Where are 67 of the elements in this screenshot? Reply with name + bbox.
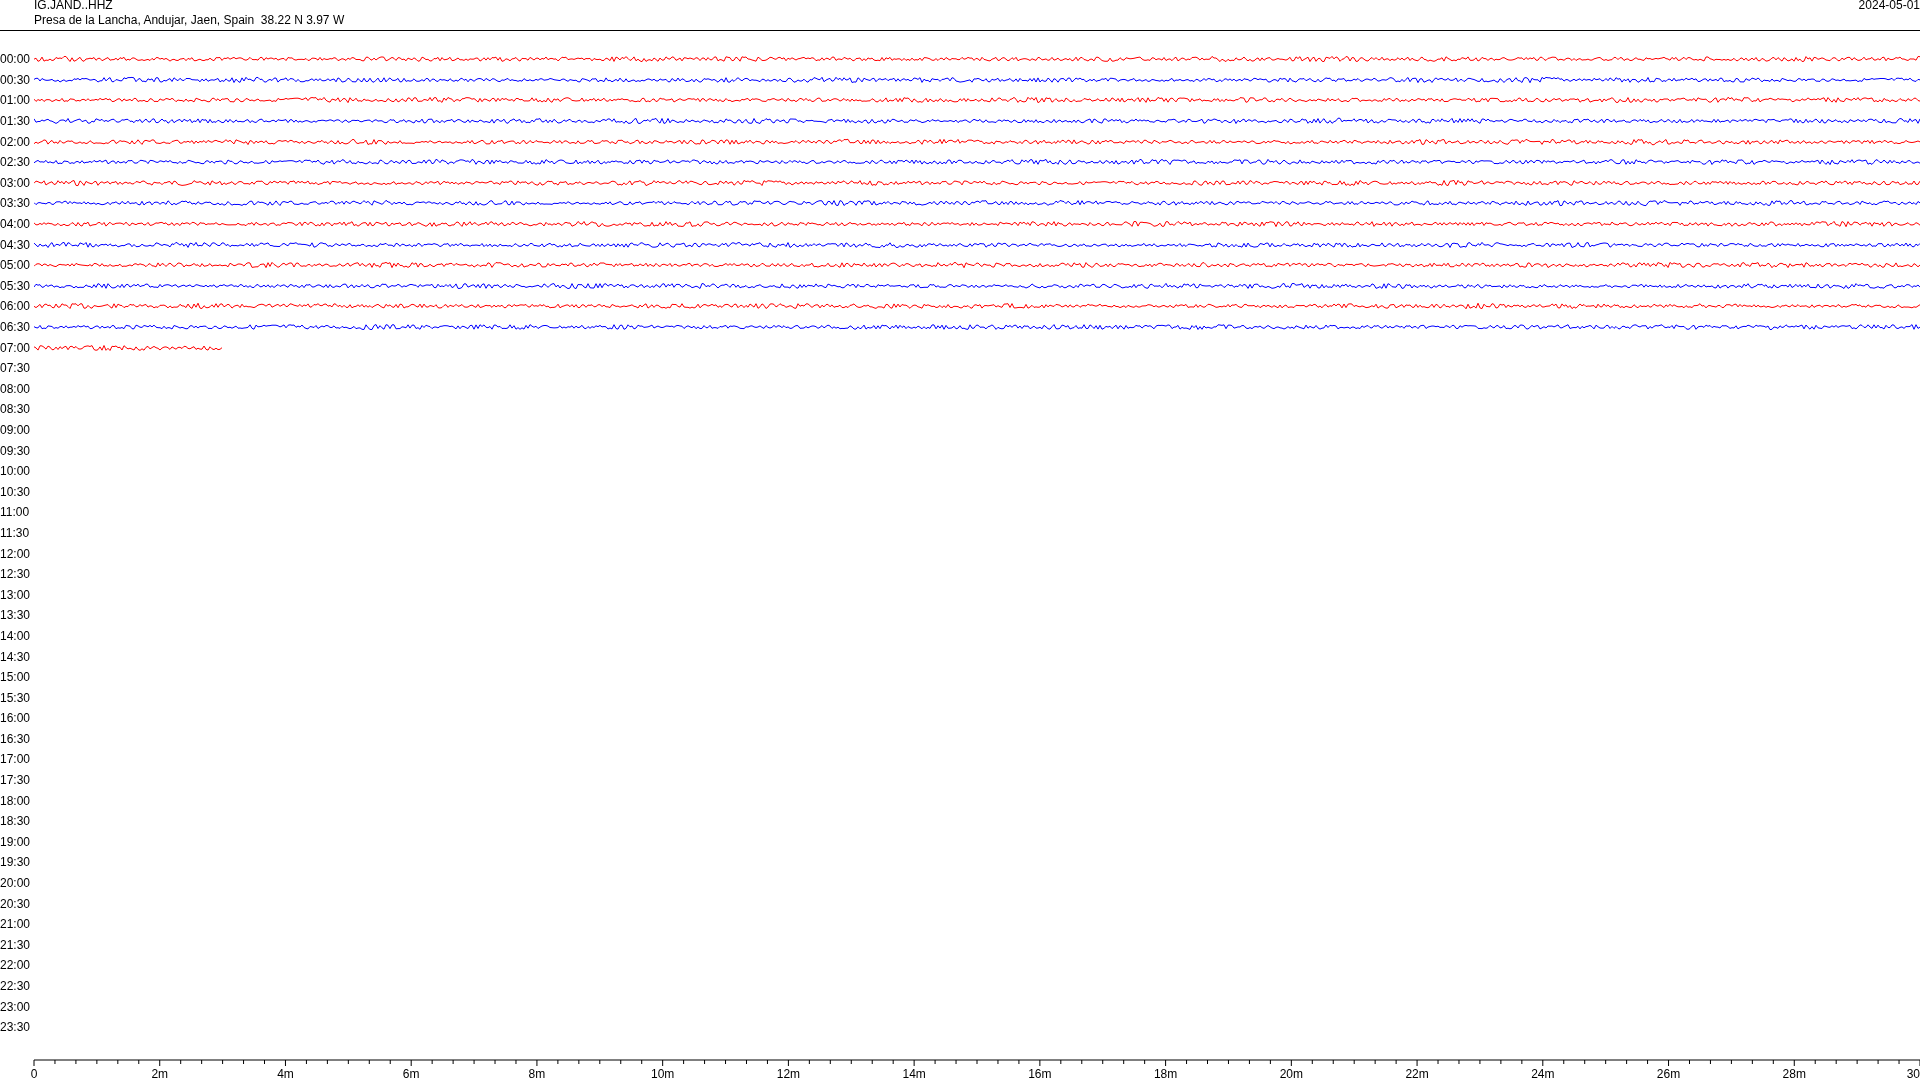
time-label: 23:00 (0, 999, 32, 1014)
time-label: 11:30 (0, 525, 31, 540)
time-label: 16:30 (0, 731, 32, 746)
axis-label: 14m (902, 1066, 926, 1080)
axis-label: 28m (1782, 1066, 1806, 1080)
time-label: 11:00 (0, 505, 31, 520)
time-label: 17:00 (0, 752, 32, 767)
axis-label: 16m (1028, 1066, 1052, 1080)
time-label: 15:30 (0, 690, 32, 705)
time-label: 06:30 (0, 320, 32, 334)
time-label: 07:30 (0, 361, 32, 376)
time-label: 21:30 (0, 937, 32, 952)
time-label: 23:30 (0, 1020, 32, 1035)
time-label: 14:30 (0, 649, 32, 664)
time-label: 13:30 (0, 608, 32, 623)
time-label: 15:00 (0, 670, 32, 685)
axis-label: 22m (1405, 1066, 1429, 1080)
time-label: 19:00 (0, 834, 32, 849)
time-label: 10:30 (0, 484, 32, 499)
axis-label: 30 (1906, 1066, 1920, 1080)
axis-label: 18m (1153, 1066, 1178, 1080)
axis-label: 8m (528, 1066, 546, 1080)
time-label: 07:00 (0, 340, 32, 355)
time-label: 14:00 (0, 628, 32, 643)
time-label: 12:30 (0, 567, 32, 582)
time-label: 01:00 (0, 93, 32, 108)
date-label: 2024-05-01 (1858, 0, 1920, 12)
time-label: 05:00 (0, 258, 32, 273)
time-label: 00:00 (0, 52, 32, 67)
time-label: 01:30 (0, 114, 32, 129)
time-label: 21:00 (0, 917, 32, 932)
time-label: 22:00 (0, 958, 32, 973)
time-label: 17:30 (0, 773, 32, 788)
time-label: 18:00 (0, 793, 32, 808)
time-label: 13:00 (0, 587, 32, 602)
time-label: 10:00 (0, 464, 32, 479)
station-code: IG.JAND..HHZ (34, 0, 113, 12)
time-label: 09:00 (0, 423, 32, 437)
axis-label: 24m (1531, 1066, 1555, 1080)
time-label: 09:30 (0, 443, 32, 458)
axis-label: 4m (277, 1066, 294, 1080)
time-label: 20:30 (0, 896, 32, 911)
time-label: 18:30 (0, 814, 32, 829)
time-label: 00:30 (0, 72, 32, 87)
time-label: 19:30 (0, 855, 32, 870)
axis-label: 26m (1656, 1066, 1681, 1080)
station-location: Presa de la Lancha, Andujar, Jaen, Spain 38.22 N 3.97 W (34, 13, 345, 27)
time-label: 04:00 (0, 217, 32, 232)
time-label: 03:00 (0, 175, 32, 190)
time-label: 20:00 (0, 876, 32, 891)
axis-label: 2m (151, 1066, 169, 1080)
time-label: 16:00 (0, 711, 32, 726)
time-label: 22:30 (0, 979, 32, 993)
time-label: 05:30 (0, 278, 32, 293)
axis-label: 12m (776, 1066, 801, 1080)
time-label: 02:30 (0, 155, 32, 170)
time-label: 12:00 (0, 546, 32, 561)
axis-label: 6m (402, 1066, 420, 1080)
time-label: 08:00 (0, 381, 32, 396)
time-label: 04:30 (0, 237, 32, 252)
time-label: 03:30 (0, 196, 32, 211)
time-label: 02:00 (0, 134, 32, 149)
time-label: 06:00 (0, 299, 32, 314)
axis-label: 20m (1279, 1066, 1303, 1080)
axis-label: 0 (30, 1066, 38, 1080)
axis-label: 10m (651, 1066, 675, 1080)
time-label: 08:30 (0, 402, 32, 417)
